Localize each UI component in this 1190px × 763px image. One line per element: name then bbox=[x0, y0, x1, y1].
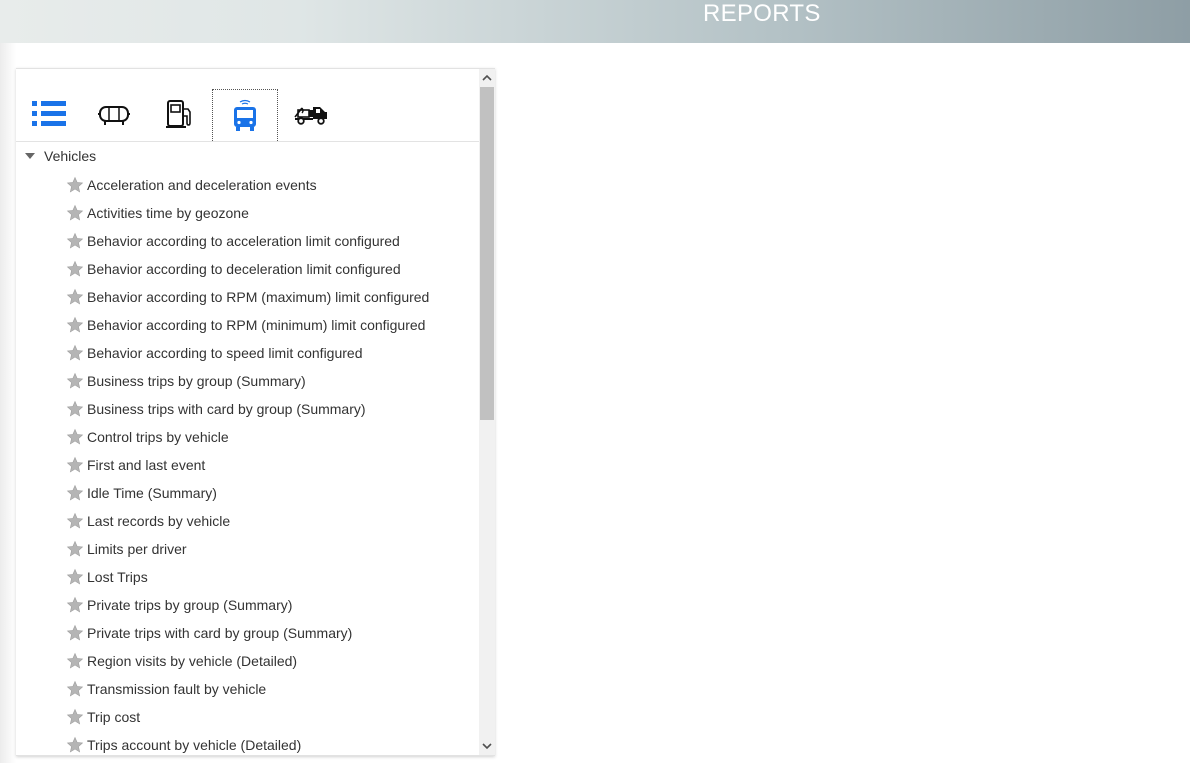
list-item[interactable]: First and last event bbox=[66, 451, 476, 479]
star-icon[interactable] bbox=[66, 540, 84, 558]
star-icon[interactable] bbox=[66, 680, 84, 698]
list-item-label: Lost Trips bbox=[87, 569, 148, 585]
tab-list[interactable] bbox=[16, 89, 82, 139]
list-item-label: Behavior according to RPM (minimum) limi… bbox=[87, 317, 426, 333]
tab-tow-truck[interactable] bbox=[278, 89, 344, 139]
list-item-label: Transmission fault by vehicle bbox=[87, 681, 267, 697]
report-tree: Vehicles Acceleration and deceleration e… bbox=[16, 142, 479, 755]
list-item-label: First and last event bbox=[87, 457, 206, 473]
star-icon[interactable] bbox=[66, 372, 84, 390]
star-icon[interactable] bbox=[66, 288, 84, 306]
star-icon[interactable] bbox=[66, 344, 84, 362]
tab-bus[interactable] bbox=[212, 89, 278, 141]
list-item[interactable]: Private trips with card by group (Summar… bbox=[66, 619, 476, 647]
list-item[interactable]: Private trips by group (Summary) bbox=[66, 591, 476, 619]
list-item-label: Private trips by group (Summary) bbox=[87, 597, 293, 613]
list-item-label: Private trips with card by group (Summar… bbox=[87, 625, 353, 641]
scroll-down-arrow[interactable] bbox=[479, 738, 495, 755]
list-item[interactable]: Behavior according to RPM (minimum) limi… bbox=[66, 311, 476, 339]
left-edge-shade bbox=[0, 43, 16, 763]
star-icon[interactable] bbox=[66, 736, 84, 754]
star-icon[interactable] bbox=[66, 456, 84, 474]
list-item[interactable]: Lost Trips bbox=[66, 563, 476, 591]
chevron-up-icon bbox=[482, 74, 492, 81]
tree-node-vehicles[interactable]: Vehicles bbox=[16, 142, 479, 170]
list-item-label: Business trips with card by group (Summa… bbox=[87, 401, 366, 417]
list-item-label: Behavior according to deceleration limit… bbox=[87, 261, 401, 277]
list-item[interactable]: Behavior according to speed limit config… bbox=[66, 339, 476, 367]
list-item-label: Activities time by geozone bbox=[87, 205, 249, 221]
star-icon[interactable] bbox=[66, 652, 84, 670]
list-item-label: Control trips by vehicle bbox=[87, 429, 229, 445]
star-icon[interactable] bbox=[66, 400, 84, 418]
list-item-label: Idle Time (Summary) bbox=[87, 485, 217, 501]
star-icon[interactable] bbox=[66, 568, 84, 586]
list-item[interactable]: Control trips by vehicle bbox=[66, 423, 476, 451]
reports-panel: Vehicles Acceleration and deceleration e… bbox=[16, 68, 495, 756]
list-item[interactable]: Limits per driver bbox=[66, 535, 476, 563]
fuel-pump-icon bbox=[166, 100, 191, 128]
list-item[interactable]: Behavior according to deceleration limit… bbox=[66, 255, 476, 283]
list-item[interactable]: Idle Time (Summary) bbox=[66, 479, 476, 507]
list-item-label: Trips account by vehicle (Detailed) bbox=[87, 737, 302, 753]
list-item[interactable]: Last records by vehicle bbox=[66, 507, 476, 535]
list-item[interactable]: Transmission fault by vehicle bbox=[66, 675, 476, 703]
list-item[interactable]: Region visits by vehicle (Detailed) bbox=[66, 647, 476, 675]
list-item[interactable]: Activities time by geozone bbox=[66, 199, 476, 227]
list-item-label: Acceleration and deceleration events bbox=[87, 177, 317, 193]
star-icon[interactable] bbox=[66, 232, 84, 250]
list-item-label: Behavior according to RPM (maximum) limi… bbox=[87, 289, 430, 305]
scroll-thumb[interactable] bbox=[480, 87, 494, 420]
list-item-label: Trip cost bbox=[87, 709, 141, 725]
star-icon[interactable] bbox=[66, 176, 84, 194]
tab-fuel[interactable] bbox=[147, 89, 213, 139]
tow-truck-icon bbox=[294, 107, 327, 125]
list-icon bbox=[32, 101, 66, 126]
star-icon[interactable] bbox=[66, 260, 84, 278]
star-icon[interactable] bbox=[66, 428, 84, 446]
star-icon[interactable] bbox=[66, 624, 84, 642]
star-icon[interactable] bbox=[66, 316, 84, 334]
tab-tank[interactable] bbox=[81, 89, 147, 139]
star-icon[interactable] bbox=[66, 512, 84, 530]
chevron-down-icon bbox=[482, 743, 492, 750]
list-item[interactable]: Business trips by group (Summary) bbox=[66, 367, 476, 395]
list-item-label: Behavior according to speed limit config… bbox=[87, 345, 363, 361]
list-item[interactable]: Trips account by vehicle (Detailed) bbox=[66, 731, 476, 755]
page-title: REPORTS bbox=[703, 0, 821, 27]
star-icon[interactable] bbox=[66, 204, 84, 222]
list-item[interactable]: Business trips with card by group (Summa… bbox=[66, 395, 476, 423]
vertical-scrollbar[interactable] bbox=[479, 69, 495, 755]
tank-icon bbox=[98, 106, 130, 125]
list-item-label: Limits per driver bbox=[87, 541, 187, 557]
list-item[interactable]: Behavior according to acceleration limit… bbox=[66, 227, 476, 255]
tree-node-label: Vehicles bbox=[44, 148, 97, 164]
list-item-label: Behavior according to acceleration limit… bbox=[87, 233, 400, 249]
header-bar: REPORTS bbox=[0, 0, 1190, 43]
list-item[interactable]: Trip cost bbox=[66, 703, 476, 731]
list-item[interactable]: Acceleration and deceleration events bbox=[66, 171, 476, 199]
star-icon[interactable] bbox=[66, 484, 84, 502]
caret-down-icon[interactable] bbox=[25, 153, 35, 159]
list-item-label: Business trips by group (Summary) bbox=[87, 373, 306, 389]
list-item[interactable]: Behavior according to RPM (maximum) limi… bbox=[66, 283, 476, 311]
list-item-label: Region visits by vehicle (Detailed) bbox=[87, 653, 298, 669]
star-icon[interactable] bbox=[66, 596, 84, 614]
bus-icon bbox=[234, 99, 256, 131]
report-category-tabs bbox=[16, 69, 479, 142]
scroll-up-arrow[interactable] bbox=[479, 69, 495, 86]
list-item-label: Last records by vehicle bbox=[87, 513, 231, 529]
star-icon[interactable] bbox=[66, 708, 84, 726]
